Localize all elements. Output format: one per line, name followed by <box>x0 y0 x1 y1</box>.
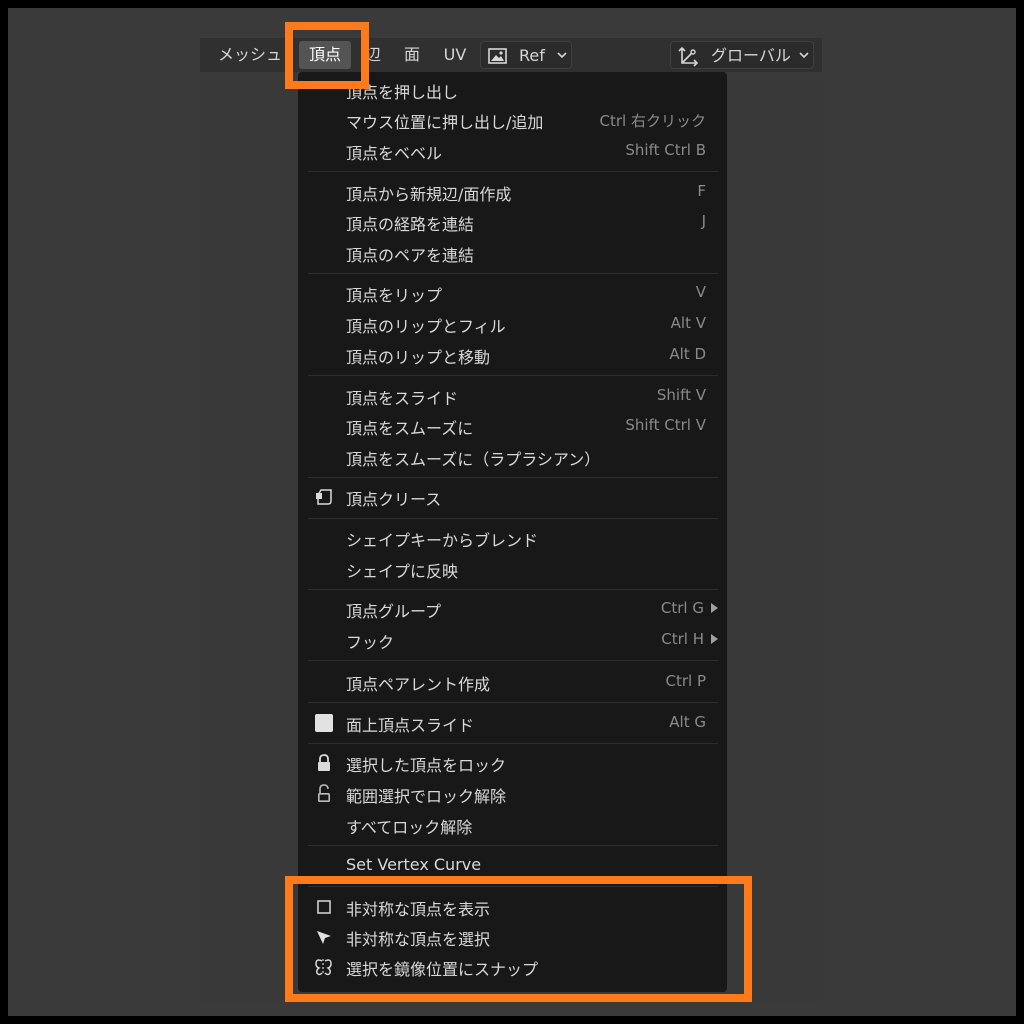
menu-item-label: 非対称な頂点を表示 <box>346 900 491 919</box>
submenu-arrow-icon <box>711 634 718 644</box>
menu-item-label: Set Vertex Curve <box>346 855 482 874</box>
menu-item-shortcut: Shift V <box>656 386 706 404</box>
menu-separator <box>308 273 718 274</box>
menu-item-label: 面上頂点スライド <box>346 716 475 735</box>
menu-item-label: 選択した頂点をロック <box>346 756 507 775</box>
menu-item-show-asymmetric[interactable]: 非対称な頂点を表示 <box>308 892 718 922</box>
menu-item-label: 範囲選択でロック解除 <box>346 787 507 806</box>
square-filled-icon <box>315 714 333 732</box>
menu-item-shortcut: Ctrl H <box>661 630 704 648</box>
menu-item-label: 頂点グループ <box>346 602 442 621</box>
menu-item-shortcut: F <box>697 182 706 200</box>
menu-item-propagate-to-shapes[interactable]: シェイプに反映 <box>308 554 718 584</box>
mirror-snap-icon <box>315 959 332 976</box>
ref-dropdown-label: Ref <box>519 46 545 65</box>
menu-item-vertex-groups[interactable]: 頂点グループ Ctrl G <box>308 594 718 624</box>
square-outline-icon <box>317 900 331 914</box>
cursor-arrow-icon <box>317 931 331 944</box>
unlock-icon <box>318 784 330 803</box>
menu-item-shortcut: Ctrl 右クリック <box>599 112 706 130</box>
menu-item-shrink-slide[interactable]: 面上頂点スライド Alt G <box>308 708 718 738</box>
menu-separator <box>308 660 718 661</box>
menu-item-select-asymmetric[interactable]: 非対称な頂点を選択 <box>308 922 718 952</box>
chevron-down-icon <box>799 52 809 59</box>
menu-item-blend-from-shape[interactable]: シェイプキーからブレンド <box>308 523 718 553</box>
transform-orientation-dropdown[interactable]: グローバル <box>670 41 814 69</box>
menu-mesh[interactable]: メッシュ <box>212 41 288 69</box>
menu-item-new-edge-face[interactable]: 頂点から新規辺/面作成 F <box>308 177 718 207</box>
menu-item-label: マウス位置に押し出し/追加 <box>346 113 544 132</box>
menu-separator <box>308 477 718 478</box>
crease-icon <box>316 489 332 505</box>
menu-item-label: 頂点のリップと移動 <box>346 348 491 367</box>
transform-orientation-label: グローバル <box>711 46 791 65</box>
menu-edge[interactable]: 辺 <box>360 41 386 69</box>
menu-item-snap-to-symmetry[interactable]: 選択を鏡像位置にスナップ <box>308 952 718 982</box>
menu-uv[interactable]: UV <box>436 41 474 69</box>
menu-item-label: 頂点のペアを連結 <box>346 246 475 265</box>
transform-axes-icon <box>678 46 699 67</box>
menu-item-connect-vertex-pairs[interactable]: 頂点のペアを連結 <box>308 238 718 268</box>
menu-item-bevel-vertices[interactable]: 頂点をベベル Shift Ctrl B <box>308 136 718 166</box>
menu-item-rip-move[interactable]: 頂点のリップと移動 Alt D <box>308 340 718 370</box>
menu-item-make-vertex-parent[interactable]: 頂点ペアレント作成 Ctrl P <box>308 667 718 697</box>
menu-item-shortcut: Alt G <box>669 713 706 731</box>
menu-item-hooks[interactable]: フック Ctrl H <box>308 625 718 655</box>
menu-item-shortcut: J <box>701 212 706 230</box>
menu-separator <box>308 589 718 590</box>
menu-item-label: 頂点のリップとフィル <box>346 317 506 336</box>
menu-item-label: 頂点をスライド <box>346 389 459 408</box>
menu-item-smooth-laplacian[interactable]: 頂点をスムーズに（ラプラシアン） <box>308 442 718 472</box>
menu-item-label: 頂点ペアレント作成 <box>346 675 491 694</box>
menu-item-extrude-to-mouse[interactable]: マウス位置に押し出し/追加 Ctrl 右クリック <box>308 105 718 135</box>
menu-face[interactable]: 面 <box>398 41 426 69</box>
menu-item-label: シェイプキーからブレンド <box>346 531 539 550</box>
menu-item-label: 頂点から新規辺/面作成 <box>346 185 512 204</box>
menu-separator <box>308 518 718 519</box>
menu-item-shortcut: Ctrl G <box>660 599 704 617</box>
menu-item-label: 非対称な頂点を選択 <box>346 930 491 949</box>
submenu-arrow-icon <box>711 603 718 613</box>
menu-item-label: 頂点をベベル <box>346 144 443 163</box>
menu-item-label: シェイプに反映 <box>346 562 459 581</box>
menu-separator <box>308 702 718 703</box>
menu-item-set-vertex-curve[interactable]: Set Vertex Curve <box>308 851 718 881</box>
menu-item-slide-vertices[interactable]: 頂点をスライド Shift V <box>308 381 718 411</box>
menu-item-label: 頂点をリップ <box>346 286 443 305</box>
menu-item-shortcut: Shift Ctrl V <box>625 416 706 434</box>
menu-item-shortcut: Shift Ctrl B <box>625 141 706 159</box>
menu-item-label: フック <box>346 633 395 652</box>
menu-item-shortcut: Alt V <box>670 314 706 332</box>
menu-item-shortcut: Ctrl P <box>665 672 706 690</box>
menu-item-unlock-box[interactable]: 範囲選択でロック解除 <box>308 779 718 809</box>
image-reference-icon <box>488 48 507 64</box>
menu-item-label: すべてロック解除 <box>346 818 473 837</box>
menu-separator <box>308 886 718 887</box>
menu-item-vertex-crease[interactable]: 頂点クリース <box>308 482 718 512</box>
menu-item-rip-vertices[interactable]: 頂点をリップ V <box>308 278 718 308</box>
menu-item-lock-selected[interactable]: 選択した頂点をロック <box>308 748 718 778</box>
menu-item-connect-vertex-path[interactable]: 頂点の経路を連結 J <box>308 207 718 237</box>
menu-separator <box>308 845 718 846</box>
chevron-down-icon <box>557 52 567 59</box>
ref-dropdown[interactable]: Ref <box>480 41 572 69</box>
menu-item-label: 頂点をスムーズに <box>346 419 474 438</box>
menu-item-smooth-vertices[interactable]: 頂点をスムーズに Shift Ctrl V <box>308 411 718 441</box>
menu-item-label: 頂点の経路を連結 <box>346 215 475 234</box>
menu-vertex[interactable]: 頂点 <box>299 41 351 69</box>
menu-item-unlock-all[interactable]: すべてロック解除 <box>308 810 718 840</box>
menu-item-label: 頂点クリース <box>346 490 442 509</box>
menu-separator <box>308 375 718 376</box>
menu-item-shortcut: V <box>695 283 706 301</box>
menu-item-label: 頂点をスムーズに（ラプラシアン） <box>346 450 601 469</box>
lock-icon <box>318 754 330 771</box>
menu-separator <box>308 171 718 172</box>
menu-item-extrude-vertices[interactable]: 頂点を押し出し <box>308 75 718 105</box>
menu-item-label: 選択を鏡像位置にスナップ <box>346 960 539 979</box>
menu-separator <box>308 743 718 744</box>
menu-item-label: 頂点を押し出し <box>346 83 459 102</box>
menu-item-shortcut: Alt D <box>669 345 706 363</box>
menu-item-rip-fill[interactable]: 頂点のリップとフィル Alt V <box>308 309 718 339</box>
